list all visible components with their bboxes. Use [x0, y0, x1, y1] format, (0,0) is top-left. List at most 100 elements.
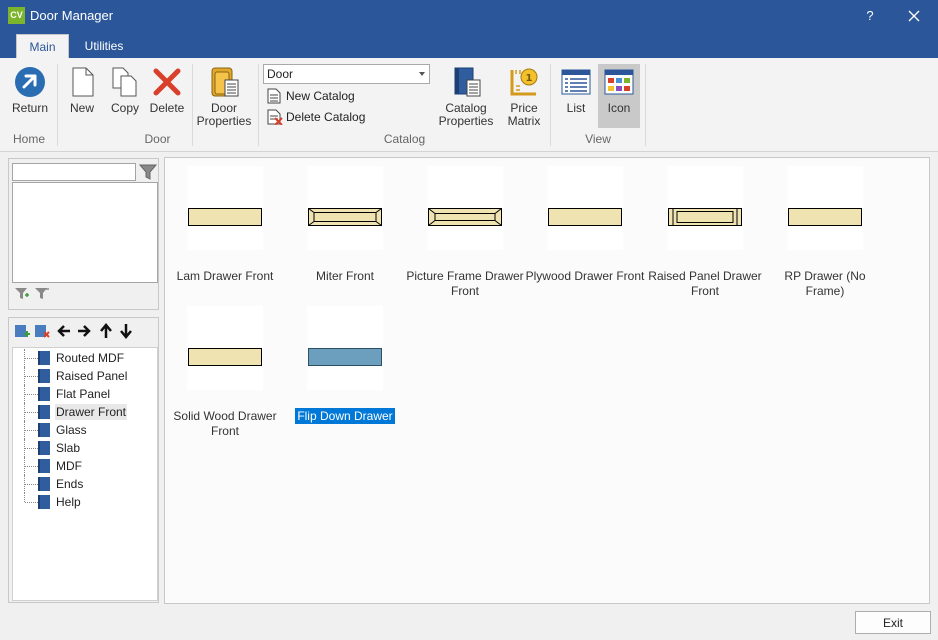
book-icon — [38, 405, 50, 419]
book-icon — [38, 477, 50, 491]
catalog-properties-label: Catalog Properties — [438, 101, 494, 128]
door-icon-grid: Lam Drawer Front Miter Front Picture Fra… — [164, 157, 930, 604]
door-label: Raised Panel Drawer Front — [648, 269, 762, 298]
door-shape — [788, 208, 862, 226]
door-shape — [548, 208, 622, 226]
remove-folder-icon[interactable] — [33, 322, 51, 340]
list-view-button[interactable]: List — [556, 66, 596, 115]
category-panel: Routed MDF Raised Panel Flat Panel Drawe… — [8, 317, 159, 603]
book-icon — [38, 387, 50, 401]
tree-item-label: Slab — [56, 441, 81, 455]
filter-input[interactable] — [12, 163, 136, 181]
tree-connector — [25, 412, 38, 413]
price-matrix-icon: 1 — [510, 68, 538, 96]
door-label: Miter Front — [315, 269, 374, 283]
door-shape — [308, 348, 382, 366]
arrow-up-icon[interactable] — [97, 322, 115, 340]
delete-button[interactable]: Delete — [147, 66, 187, 115]
door-properties-icon — [211, 67, 239, 97]
arrow-right-icon[interactable] — [75, 322, 93, 340]
door-label: RP Drawer (No Frame) — [784, 269, 866, 298]
close-button[interactable] — [898, 0, 930, 32]
book-icon — [38, 459, 50, 473]
catalog-properties-button[interactable]: Catalog Properties — [436, 66, 496, 128]
new-button[interactable]: New — [64, 66, 100, 115]
help-button[interactable]: ? — [856, 0, 884, 32]
filter-list[interactable] — [12, 182, 158, 283]
add-folder-icon[interactable] — [13, 322, 31, 340]
chevron-down-icon — [419, 72, 425, 76]
catalog-select[interactable]: Door — [263, 64, 430, 84]
tree-connector — [25, 376, 38, 377]
new-catalog-button[interactable]: New Catalog — [267, 86, 355, 106]
ribbon-separator — [258, 64, 259, 146]
icon-view-icon — [604, 69, 634, 95]
door-label: Solid Wood Drawer Front — [173, 409, 277, 438]
door-label: Plywood Drawer Front — [525, 269, 645, 283]
door-properties-label: Door Properties — [196, 101, 252, 128]
ribbon: Return Home New Copy Delete Door Propert… — [0, 58, 938, 152]
arrow-left-icon[interactable] — [55, 322, 73, 340]
tree-connector — [25, 502, 38, 503]
tree-item-label: Drawer Front — [55, 404, 128, 420]
add-filter-icon[interactable] — [14, 287, 30, 301]
door-shape — [308, 208, 382, 226]
tab-utilities[interactable]: Utilities — [74, 34, 134, 58]
book-icon — [38, 423, 50, 437]
tree-item-raised-panel[interactable]: Raised Panel — [13, 367, 159, 385]
new-catalog-label: New Catalog — [286, 89, 355, 103]
delete-icon — [153, 68, 181, 96]
book-icon — [38, 351, 50, 365]
tree-item-flat-panel[interactable]: Flat Panel — [13, 385, 159, 403]
tree-item-label: MDF — [56, 459, 82, 473]
tree-item-glass[interactable]: Glass — [13, 421, 159, 439]
tab-main[interactable]: Main — [16, 34, 69, 58]
tree-item-slab[interactable]: Slab — [13, 439, 159, 457]
tree-item-mdf[interactable]: MDF — [13, 457, 159, 475]
door-shape — [428, 208, 502, 226]
catalog-properties-icon — [454, 67, 481, 97]
arrow-down-icon[interactable] — [117, 322, 135, 340]
door-shape — [188, 348, 262, 366]
tree-item-ends[interactable]: Ends — [13, 475, 159, 493]
tree-item-label: Glass — [56, 423, 87, 437]
ribbon-separator — [550, 64, 551, 146]
filter-icon[interactable] — [139, 164, 157, 180]
door-properties-button[interactable]: Door Properties — [195, 66, 253, 128]
tree-connector — [25, 430, 38, 431]
list-view-label: List — [566, 101, 586, 115]
book-icon — [38, 495, 50, 509]
icon-view-label: Icon — [607, 101, 631, 115]
tree-connector — [25, 394, 38, 395]
catalog-select-value: Door — [267, 67, 294, 81]
return-button[interactable]: Return — [8, 66, 52, 115]
copy-icon — [112, 67, 137, 97]
delete-catalog-button[interactable]: Delete Catalog — [267, 107, 365, 127]
new-catalog-icon — [267, 88, 281, 104]
window-title: Door Manager — [30, 8, 114, 23]
door-shape — [188, 208, 262, 226]
group-door-label: Door — [144, 132, 171, 146]
delete-catalog-icon — [267, 109, 283, 125]
tree-item-label: Ends — [56, 477, 84, 491]
tree-item-drawer-front[interactable]: Drawer Front — [13, 403, 159, 421]
icon-view-button[interactable]: Icon — [598, 64, 640, 128]
book-icon — [38, 369, 50, 383]
tree-connector — [25, 484, 38, 485]
copy-label: Copy — [110, 101, 139, 115]
tree-item-help[interactable]: Help — [13, 493, 159, 511]
tree-connector — [25, 466, 38, 467]
tree-connector — [24, 493, 25, 502]
copy-button[interactable]: Copy — [106, 66, 144, 115]
price-matrix-label: Price Matrix — [507, 101, 541, 128]
book-icon — [38, 441, 50, 455]
tree-item-routed-mdf[interactable]: Routed MDF — [13, 349, 159, 367]
exit-button[interactable]: Exit — [855, 611, 931, 634]
close-icon — [908, 10, 920, 22]
ribbon-separator — [57, 64, 58, 146]
clear-filter-icon[interactable] — [34, 287, 50, 301]
filter-panel — [8, 158, 159, 310]
ribbon-separator — [645, 64, 646, 146]
tree-item-label: Flat Panel — [56, 387, 111, 401]
price-matrix-button[interactable]: 1 Price Matrix — [502, 66, 546, 128]
